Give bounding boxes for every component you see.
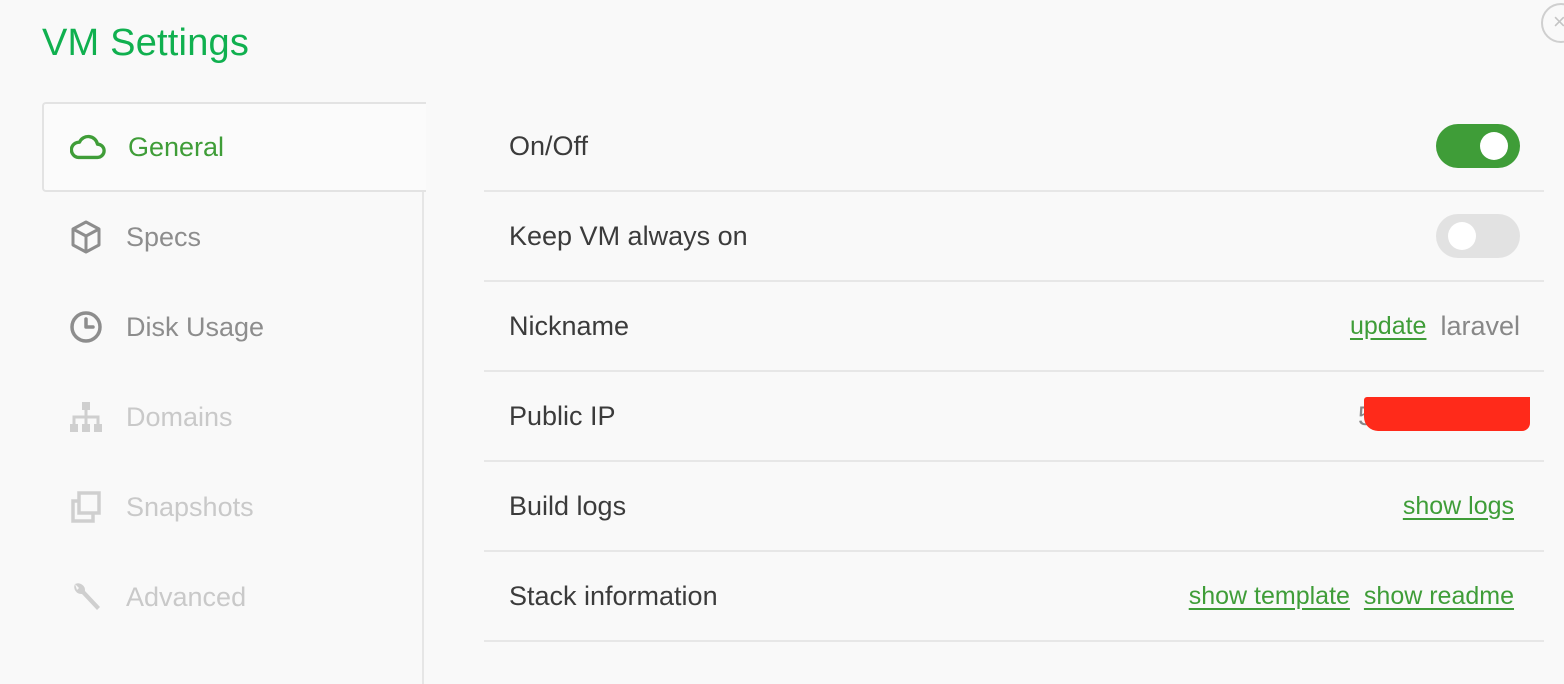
close-button[interactable]: × (1541, 3, 1564, 43)
copy-icon (68, 489, 104, 525)
sidebar-item-label: Disk Usage (126, 311, 265, 342)
close-icon: × (1553, 9, 1564, 34)
setting-row-stack-info: Stack information show template show rea… (484, 552, 1544, 642)
show-logs-link[interactable]: show logs (1403, 492, 1514, 521)
public-ip-label: Public IP (509, 400, 616, 431)
sitemap-icon (68, 399, 104, 435)
vm-settings-page: VM Settings × General Specs Disk Usage D… (0, 0, 1564, 684)
sidebar-item-advanced[interactable]: Advanced (42, 552, 424, 642)
sidebar: General Specs Disk Usage Domains Snapsho (42, 102, 426, 684)
sidebar-item-label: General (128, 131, 225, 162)
show-readme-link[interactable]: show readme (1364, 582, 1514, 611)
public-ip-value: 5 (1358, 397, 1530, 435)
sidebar-item-label: Domains (126, 401, 233, 432)
sidebar-item-disk-usage[interactable]: Disk Usage (42, 282, 424, 372)
sidebar-item-general[interactable]: General (42, 102, 426, 192)
setting-row-on-off: On/Off (484, 102, 1544, 192)
on-off-toggle[interactable] (1436, 124, 1520, 168)
update-nickname-link[interactable]: update (1350, 312, 1426, 341)
setting-row-public-ip: Public IP 5 (484, 372, 1544, 462)
sidebar-item-specs[interactable]: Specs (42, 192, 424, 282)
gauge-icon (68, 309, 104, 345)
sidebar-item-label: Advanced (126, 581, 247, 612)
nickname-value: laravel (1440, 310, 1520, 341)
sidebar-item-label: Specs (126, 221, 202, 252)
keep-on-label: Keep VM always on (509, 220, 748, 251)
setting-row-keep-on: Keep VM always on (484, 192, 1544, 282)
toggle-knob (1480, 132, 1508, 160)
redaction-mark (1364, 397, 1530, 431)
keep-on-toggle[interactable] (1436, 214, 1520, 258)
build-logs-label: Build logs (509, 490, 627, 521)
sidebar-item-domains[interactable]: Domains (42, 372, 424, 462)
setting-row-nickname: Nickname update laravel (484, 282, 1544, 372)
cloud-icon (70, 129, 106, 165)
wrench-icon (68, 579, 104, 615)
sidebar-item-snapshots[interactable]: Snapshots (42, 462, 424, 552)
cube-icon (68, 219, 104, 255)
on-off-label: On/Off (509, 130, 589, 161)
nickname-label: Nickname (509, 310, 630, 341)
toggle-knob (1448, 222, 1476, 250)
sidebar-item-label: Snapshots (126, 491, 254, 522)
setting-row-build-logs: Build logs show logs (484, 462, 1544, 552)
show-template-link[interactable]: show template (1189, 582, 1350, 611)
stack-info-label: Stack information (509, 580, 718, 611)
page-title: VM Settings (42, 22, 250, 64)
